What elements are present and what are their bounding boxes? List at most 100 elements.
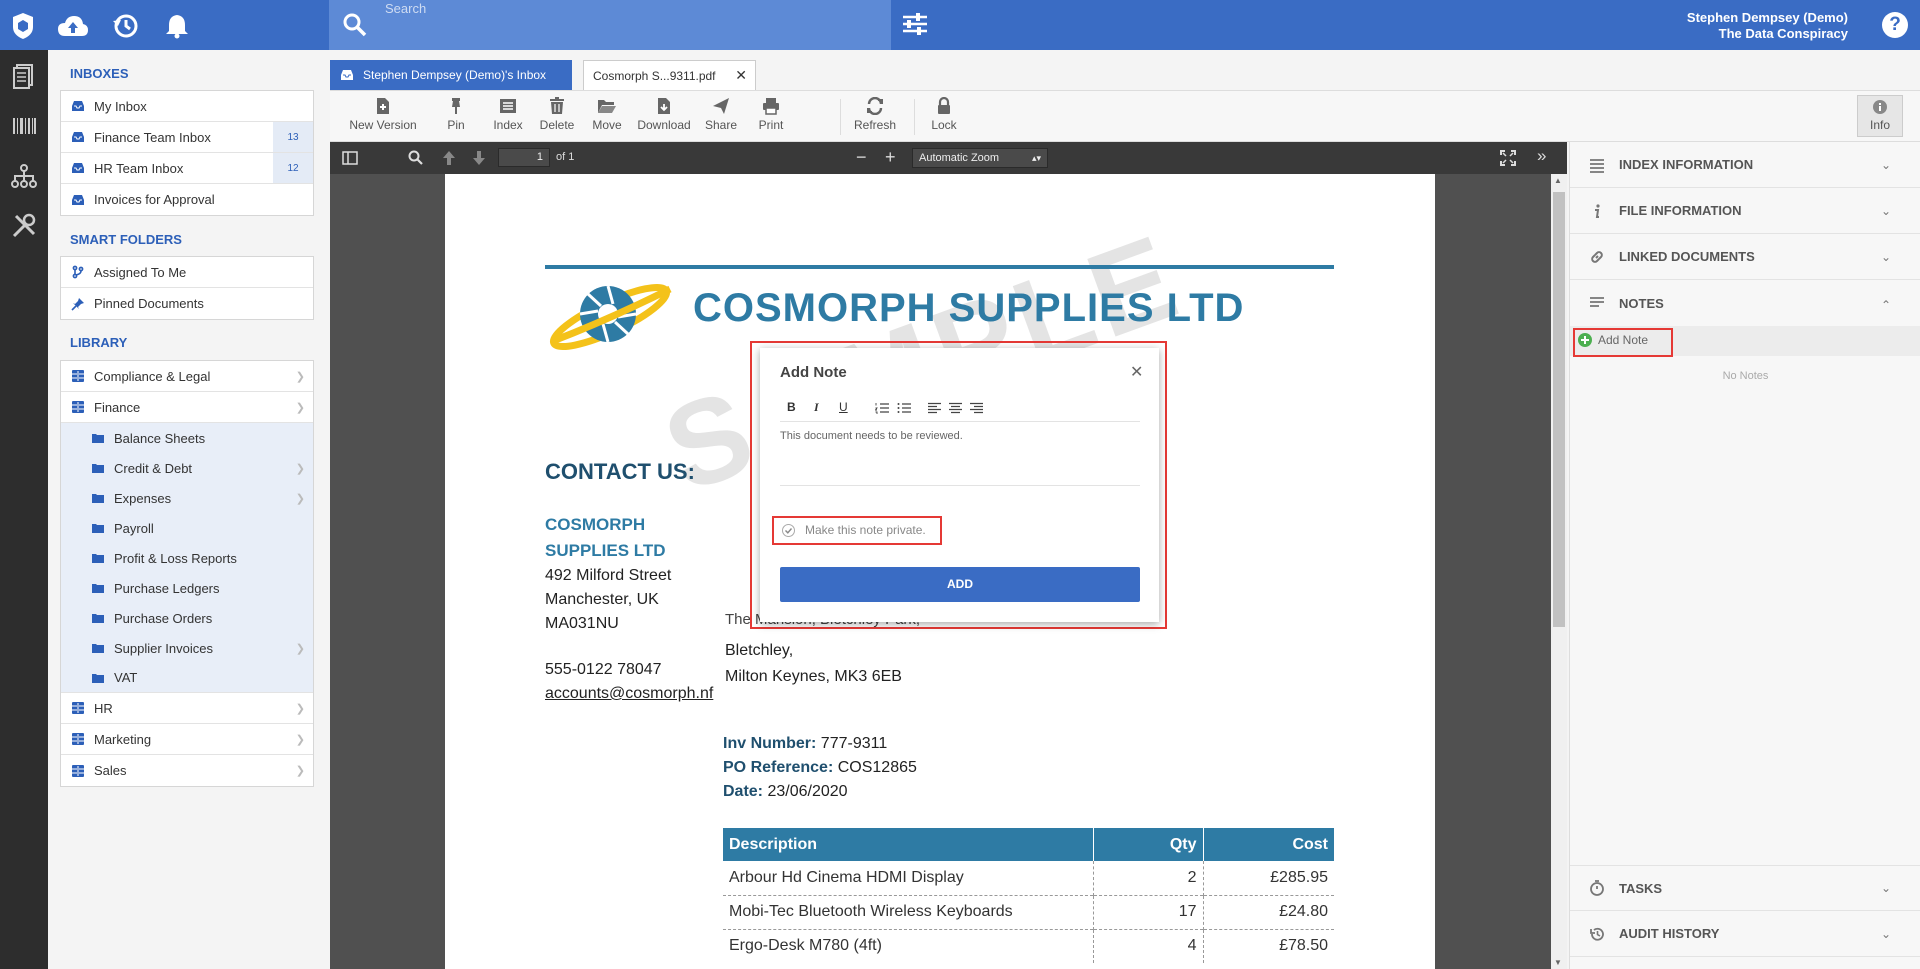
scroll-up-arrow-icon[interactable]: ▲ — [1554, 176, 1562, 185]
bullet-list-icon[interactable] — [897, 402, 911, 414]
align-center-icon[interactable] — [949, 402, 962, 414]
zoom-out-button[interactable]: − — [856, 147, 867, 167]
app-logo-icon[interactable] — [6, 9, 40, 43]
barcode-icon[interactable] — [10, 112, 38, 140]
zoom-select[interactable]: Automatic Zoom ▴▾ — [912, 148, 1048, 168]
smart-folders-heading: SMART FOLDERS — [70, 232, 182, 247]
section-index-information[interactable]: INDEX INFORMATION ⌄ — [1570, 142, 1920, 188]
user-info[interactable]: Stephen Dempsey (Demo) The Data Conspira… — [1687, 10, 1848, 42]
cabinet-icon — [72, 702, 84, 714]
select-arrows-icon: ▴▾ — [1031, 153, 1041, 163]
note-text-editor[interactable]: This document needs to be reviewed. — [780, 426, 1140, 486]
section-file-information[interactable]: FILE INFORMATION ⌄ — [1570, 188, 1920, 234]
ordered-list-icon[interactable] — [875, 402, 889, 414]
find-icon[interactable] — [408, 150, 424, 166]
trash-icon — [550, 97, 564, 114]
index-button[interactable]: Index — [488, 97, 528, 132]
sidebar-item-compliance-legal[interactable]: Compliance & Legal ❯ — [61, 361, 313, 392]
align-left-icon[interactable] — [928, 402, 941, 414]
search-input[interactable]: Search — [385, 1, 426, 16]
notifications-bell-icon[interactable] — [160, 9, 194, 43]
tab-label: Stephen Dempsey (Demo)'s Inbox — [363, 68, 547, 82]
history-icon[interactable] — [108, 9, 142, 43]
align-right-icon[interactable] — [970, 402, 983, 414]
documents-icon[interactable] — [10, 62, 38, 90]
contact-company-line: COSMORPH — [545, 515, 646, 534]
zoom-in-button[interactable]: + — [885, 147, 896, 167]
sidebar-item-payroll[interactable]: Payroll — [61, 513, 313, 543]
sidebar-item-purchase-ledgers[interactable]: Purchase Ledgers — [61, 573, 313, 603]
refresh-icon — [867, 97, 883, 115]
folder-icon — [92, 614, 104, 623]
private-note-checkbox[interactable]: Make this note private. — [782, 523, 926, 537]
sidebar-item-vat[interactable]: VAT — [61, 663, 313, 693]
sidebar-item-hr[interactable]: HR ❯ — [61, 693, 313, 724]
next-page-icon[interactable] — [472, 150, 486, 166]
help-button[interactable]: ? — [1882, 12, 1908, 38]
sidebar-item-profit-loss-reports[interactable]: Profit & Loss Reports — [61, 543, 313, 573]
tab-inbox[interactable]: Stephen Dempsey (Demo)'s Inbox — [330, 60, 572, 90]
italic-button[interactable]: I — [814, 400, 819, 415]
new-version-button[interactable]: New Version — [348, 97, 418, 132]
close-tab-icon[interactable]: ✕ — [735, 67, 747, 84]
sidebar-item-sales[interactable]: Sales ❯ — [61, 755, 313, 786]
sidebar-item-credit-debt[interactable]: Credit & Debt ❯ — [61, 453, 313, 483]
pdf-scrollbar[interactable]: ▲ ▼ — [1551, 174, 1567, 969]
filter-settings-icon[interactable] — [900, 9, 934, 43]
previous-page-icon[interactable] — [442, 150, 456, 166]
pin-button[interactable]: Pin — [438, 97, 474, 132]
sidebar-item-balance-sheets[interactable]: Balance Sheets — [61, 423, 313, 453]
sidebar-item-invoices-for-approval[interactable]: Invoices for Approval — [61, 184, 313, 215]
add-note-label: Add Note — [1598, 333, 1649, 347]
folder-label: Purchase Orders — [114, 610, 213, 626]
sidebar-toggle-icon[interactable] — [342, 151, 358, 165]
tools-icon[interactable] — [10, 212, 38, 240]
info-button[interactable]: Info — [1857, 95, 1903, 137]
underline-button[interactable]: U — [839, 400, 848, 414]
folder-label: Purchase Ledgers — [114, 580, 220, 596]
address-line: 492 Milford Street — [545, 567, 672, 584]
search-bar[interactable]: Search — [329, 0, 891, 50]
contact-email-link[interactable]: accounts@cosmorph.nf — [545, 685, 713, 703]
page-number-input[interactable]: 1 — [498, 148, 550, 167]
chevron-down-icon: ⌄ — [1881, 249, 1892, 264]
scroll-down-arrow-icon[interactable]: ▼ — [1554, 958, 1562, 967]
sidebar-item-supplier-invoices[interactable]: Supplier Invoices ❯ — [61, 633, 313, 663]
sidebar-item-expenses[interactable]: Expenses ❯ — [61, 483, 313, 513]
share-button[interactable]: Share — [700, 97, 742, 132]
bold-button[interactable]: B — [787, 400, 796, 414]
section-tasks[interactable]: TASKS ⌄ — [1570, 865, 1920, 911]
sidebar-item-marketing[interactable]: Marketing ❯ — [61, 724, 313, 755]
section-audit-history[interactable]: AUDIT HISTORY ⌄ — [1570, 911, 1920, 957]
tab-pdf-document[interactable]: Cosmorph S...9311.pdf ✕ — [583, 60, 756, 90]
fullscreen-icon[interactable] — [1500, 150, 1516, 166]
add-note-submit-button[interactable]: ADD — [780, 567, 1140, 602]
zoom-select-value: Automatic Zoom — [919, 152, 1000, 164]
section-linked-documents[interactable]: LINKED DOCUMENTS ⌄ — [1570, 234, 1920, 280]
add-note-button[interactable]: Add Note — [1578, 333, 1648, 347]
tools-menu-chevron-icon[interactable]: » — [1537, 146, 1546, 166]
download-button[interactable]: Download — [636, 97, 692, 132]
refresh-button[interactable]: Refresh — [850, 97, 900, 132]
sidebar-item-hr-team-inbox[interactable]: HR Team Inbox 12 — [61, 153, 313, 184]
scrollbar-thumb[interactable] — [1553, 192, 1565, 627]
sidebar-item-purchase-orders[interactable]: Purchase Orders — [61, 603, 313, 633]
sidebar-item-pinned-documents[interactable]: Pinned Documents — [61, 288, 313, 319]
workflow-icon[interactable] — [10, 162, 38, 190]
toolbar-divider — [914, 99, 915, 135]
toolbar-label: Index — [493, 118, 523, 132]
sidebar-item-finance[interactable]: Finance ❯ — [61, 392, 313, 423]
sidebar-item-my-inbox[interactable]: My Inbox — [61, 91, 313, 122]
sidebar-item-assigned-to-me[interactable]: Assigned To Me — [61, 257, 313, 288]
upload-cloud-icon[interactable] — [56, 9, 90, 43]
printer-icon — [763, 98, 779, 115]
print-button[interactable]: Print — [752, 97, 790, 132]
section-label: AUDIT HISTORY — [1619, 926, 1720, 941]
delete-button[interactable]: Delete — [536, 97, 578, 132]
lock-button[interactable]: Lock — [924, 97, 964, 132]
sidebar-item-finance-team-inbox[interactable]: Finance Team Inbox 13 — [61, 122, 313, 153]
toolbar-label: Info — [1869, 118, 1890, 132]
close-dialog-icon[interactable]: ✕ — [1130, 362, 1143, 382]
move-button[interactable]: Move — [586, 97, 628, 132]
section-notes[interactable]: NOTES ⌃ — [1570, 280, 1920, 326]
